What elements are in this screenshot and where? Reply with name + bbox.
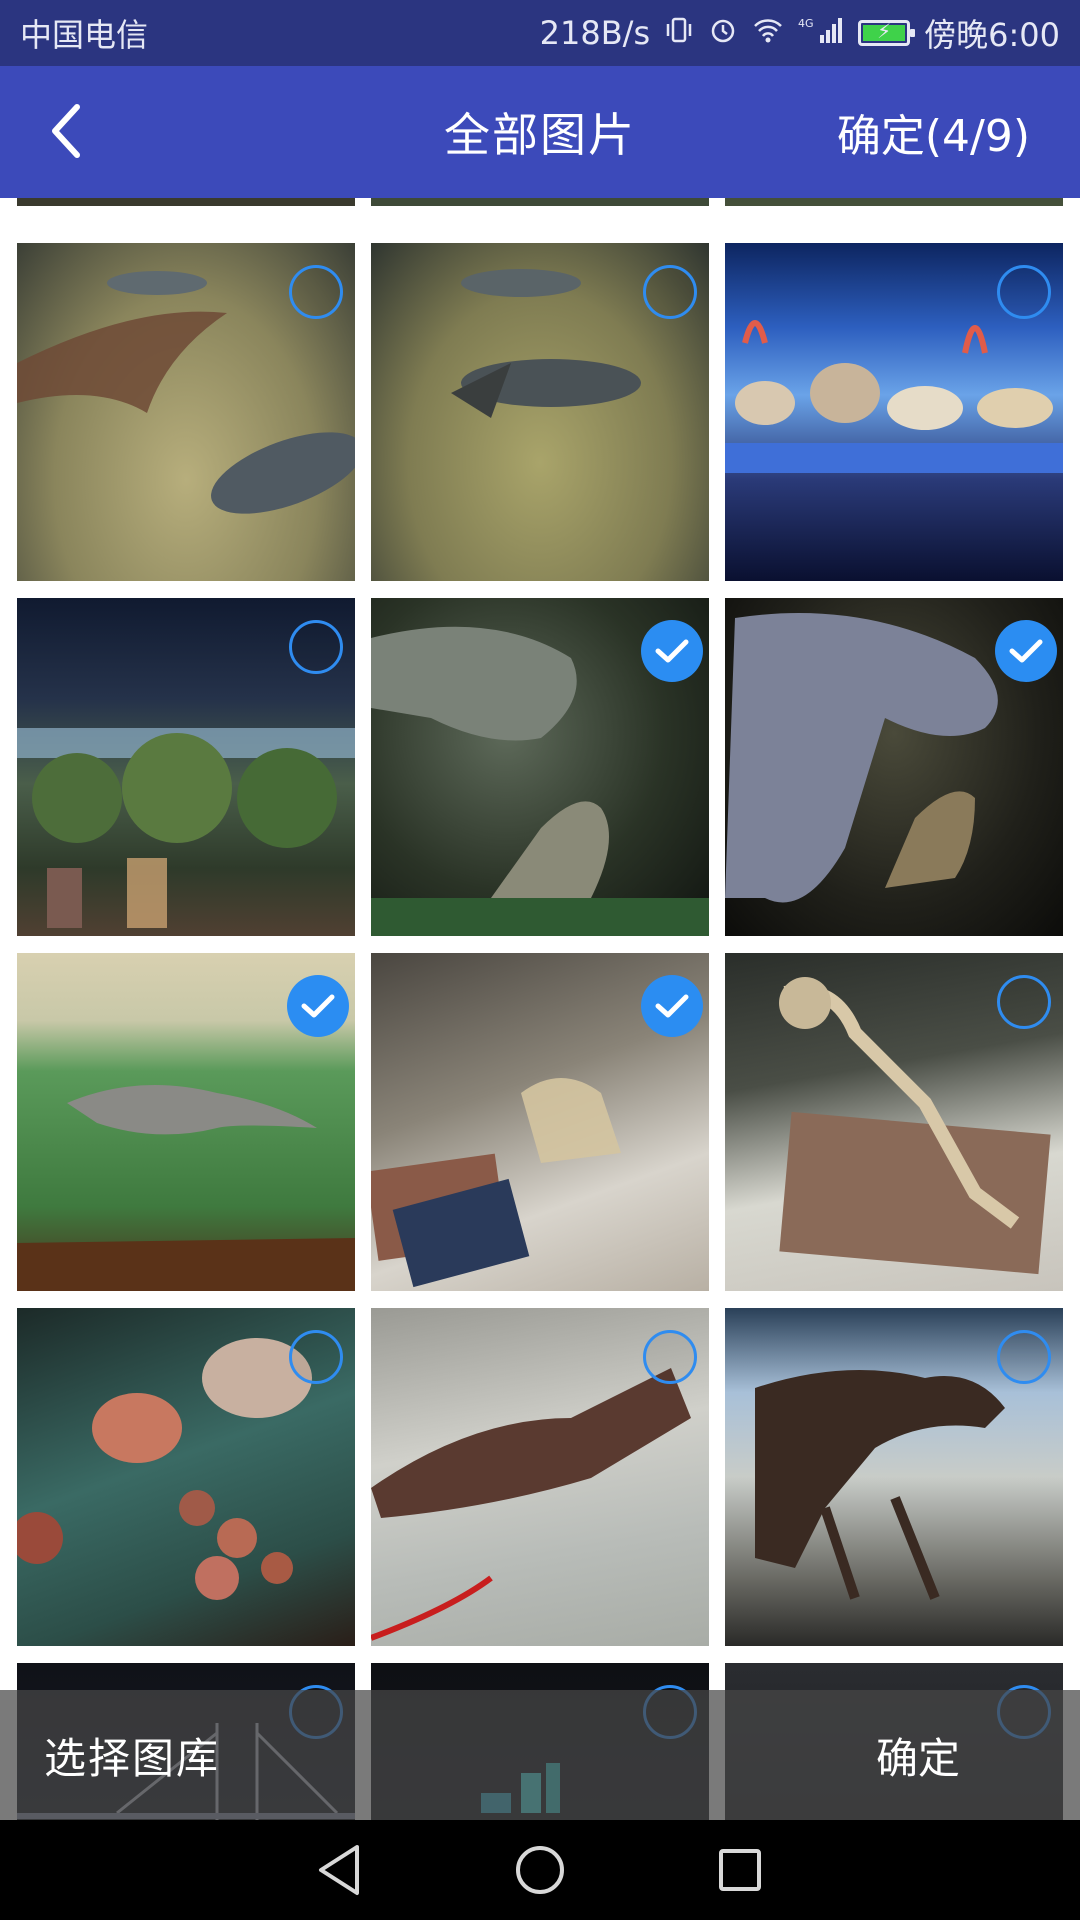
status-icons: 218B/s 4G ⚡ 傍晚6:00 bbox=[540, 10, 1060, 56]
status-bar: 中国电信 218B/s 4G ⚡ 傍晚6:00 bbox=[0, 0, 1080, 66]
square-recents-icon bbox=[719, 1849, 761, 1891]
photo-tile[interactable] bbox=[725, 1308, 1063, 1646]
photo-tile[interactable] bbox=[371, 598, 709, 936]
circle-home-icon bbox=[516, 1846, 564, 1894]
photo-grid bbox=[0, 198, 1080, 1820]
network-speed: 218B/s bbox=[539, 14, 651, 52]
checked-badge[interactable] bbox=[995, 620, 1057, 682]
select-gallery-button[interactable]: 选择图库 bbox=[44, 1725, 220, 1786]
select-circle[interactable] bbox=[997, 265, 1051, 319]
app-header: 全部图片 确定(4/9) bbox=[0, 66, 1080, 198]
photo-tile-partial[interactable] bbox=[371, 198, 709, 206]
signal-icon: 4G bbox=[798, 15, 844, 51]
vibrate-icon bbox=[664, 15, 694, 51]
photo-tile-partial[interactable] bbox=[17, 198, 355, 206]
checked-badge[interactable] bbox=[641, 620, 703, 682]
photo-tile[interactable] bbox=[17, 1308, 355, 1646]
photo-tile[interactable] bbox=[725, 953, 1063, 1291]
photo-tile[interactable] bbox=[17, 598, 355, 936]
bottom-action-bar: 选择图库 确定 bbox=[0, 1690, 1080, 1820]
photo-tile[interactable] bbox=[371, 953, 709, 1291]
checked-badge[interactable] bbox=[287, 975, 349, 1037]
photo-tile-partial[interactable] bbox=[725, 198, 1063, 206]
confirm-top-button[interactable]: 确定(4/9) bbox=[837, 100, 1030, 164]
alarm-icon bbox=[708, 15, 738, 51]
nav-recents-button[interactable] bbox=[710, 1840, 770, 1900]
checked-badge[interactable] bbox=[641, 975, 703, 1037]
network-type: 4G bbox=[798, 17, 814, 30]
check-icon bbox=[655, 994, 689, 1018]
photo-tile[interactable] bbox=[371, 1308, 709, 1646]
select-circle[interactable] bbox=[643, 265, 697, 319]
nav-back-button[interactable] bbox=[310, 1840, 370, 1900]
check-icon bbox=[301, 994, 335, 1018]
select-circle[interactable] bbox=[997, 975, 1051, 1029]
confirm-bottom-button[interactable]: 确定 bbox=[876, 1725, 960, 1786]
clock-time: 傍晚6:00 bbox=[924, 16, 1060, 54]
select-circle[interactable] bbox=[289, 620, 343, 674]
nav-home-button[interactable] bbox=[510, 1840, 570, 1900]
select-circle[interactable] bbox=[289, 1330, 343, 1384]
battery-icon: ⚡ bbox=[858, 19, 916, 46]
check-icon bbox=[655, 639, 689, 663]
select-circle[interactable] bbox=[643, 1330, 697, 1384]
photo-tile[interactable] bbox=[725, 243, 1063, 581]
check-icon bbox=[1009, 639, 1043, 663]
photo-tile[interactable] bbox=[17, 953, 355, 1291]
system-nav-bar bbox=[0, 1820, 1080, 1920]
photo-tile[interactable] bbox=[371, 243, 709, 581]
carrier-label: 中国电信 bbox=[20, 16, 149, 54]
select-circle[interactable] bbox=[289, 265, 343, 319]
photo-tile[interactable] bbox=[725, 598, 1063, 936]
triangle-back-icon bbox=[319, 1845, 359, 1895]
select-circle[interactable] bbox=[997, 1330, 1051, 1384]
wifi-icon bbox=[752, 15, 784, 51]
photo-tile[interactable] bbox=[17, 243, 355, 581]
